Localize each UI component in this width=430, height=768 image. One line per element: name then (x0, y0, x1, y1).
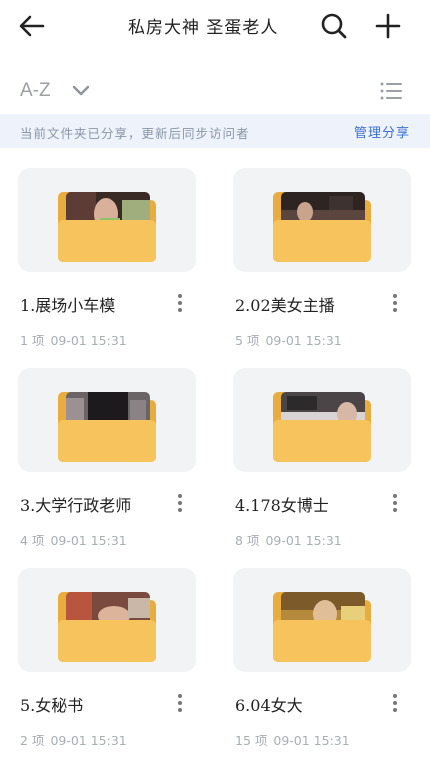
more-options-button[interactable] (389, 692, 401, 714)
folder-meta: 15 项 09-01 15:31 (235, 730, 356, 749)
sort-bar: A-Z (0, 70, 430, 114)
folder-card[interactable]: 3.大学行政老师 4 项 09-01 15:31 (18, 368, 196, 568)
add-button[interactable] (372, 10, 404, 42)
more-options-button[interactable] (389, 492, 401, 514)
folder-meta: 1 项 09-01 15:31 (20, 330, 133, 349)
more-options-button[interactable] (174, 492, 186, 514)
folder-card[interactable]: 4.178女博士 8 项 09-01 15:31 (233, 368, 411, 568)
folder-thumbnail[interactable] (18, 368, 196, 472)
item-count: 8 项 (235, 533, 260, 548)
modified-date: 09-01 15:31 (265, 333, 342, 348)
item-count: 2 项 (20, 733, 45, 748)
more-vertical-icon (393, 294, 397, 312)
search-icon (321, 13, 347, 39)
manage-share-link[interactable]: 管理分享 (354, 122, 410, 141)
modified-date: 09-01 15:31 (50, 333, 127, 348)
folder-thumbnail[interactable] (233, 568, 411, 672)
top-bar: 私房大神 圣蛋老人 (0, 0, 430, 56)
folder-name: 1.展场小车模 (20, 296, 116, 315)
modified-date: 09-01 15:31 (265, 533, 342, 548)
more-vertical-icon (178, 694, 182, 712)
folder-name: 3.大学行政老师 (20, 496, 132, 515)
folder-card[interactable]: 6.04女大 15 项 09-01 15:31 (233, 568, 411, 768)
modified-date: 09-01 15:31 (50, 733, 127, 748)
more-vertical-icon (178, 294, 182, 312)
back-button[interactable] (16, 10, 48, 42)
sort-order-label[interactable]: A-Z (20, 80, 51, 102)
folder-thumbnail[interactable] (18, 168, 196, 272)
page-title: 私房大神 圣蛋老人 (128, 18, 279, 38)
folder-icon (58, 190, 156, 262)
modified-date: 09-01 15:31 (273, 733, 350, 748)
more-vertical-icon (393, 494, 397, 512)
chevron-down-icon (72, 85, 90, 96)
folder-meta: 2 项 09-01 15:31 (20, 730, 133, 749)
folder-name: 2.02美女主播 (235, 296, 335, 315)
folder-meta: 4 项 09-01 15:31 (20, 530, 133, 549)
folder-name: 5.女秘书 (20, 696, 84, 715)
more-vertical-icon (178, 494, 182, 512)
folder-thumbnail[interactable] (233, 168, 411, 272)
folder-card[interactable]: 5.女秘书 2 项 09-01 15:31 (18, 568, 196, 768)
item-count: 4 项 (20, 533, 45, 548)
more-options-button[interactable] (174, 292, 186, 314)
view-toggle-button[interactable] (378, 78, 404, 104)
item-count: 1 项 (20, 333, 45, 348)
folder-icon (273, 390, 371, 462)
folder-meta: 8 项 09-01 15:31 (235, 530, 348, 549)
more-options-button[interactable] (174, 692, 186, 714)
folder-icon (58, 590, 156, 662)
sort-dropdown[interactable] (70, 80, 92, 102)
search-button[interactable] (318, 10, 350, 42)
folder-thumbnail[interactable] (18, 568, 196, 672)
item-count: 15 项 (235, 733, 268, 748)
folder-card[interactable]: 1.展场小车模 1 项 09-01 15:31 (18, 168, 196, 368)
folder-name: 6.04女大 (235, 696, 303, 715)
item-count: 5 项 (235, 333, 260, 348)
more-vertical-icon (393, 694, 397, 712)
share-note: 当前文件夹已分享，更新后同步访问者 (20, 126, 250, 141)
arrow-left-icon (19, 15, 45, 37)
plus-icon (375, 13, 401, 39)
share-banner: 当前文件夹已分享，更新后同步访问者 管理分享 (0, 114, 430, 148)
folder-icon (273, 590, 371, 662)
folder-icon (58, 390, 156, 462)
modified-date: 09-01 15:31 (50, 533, 127, 548)
folder-name: 4.178女博士 (235, 496, 329, 515)
folder-card[interactable]: 2.02美女主播 5 项 09-01 15:31 (233, 168, 411, 368)
folder-meta: 5 项 09-01 15:31 (235, 330, 348, 349)
more-options-button[interactable] (389, 292, 401, 314)
folder-icon (273, 190, 371, 262)
folder-thumbnail[interactable] (233, 368, 411, 472)
list-view-icon (380, 82, 402, 100)
